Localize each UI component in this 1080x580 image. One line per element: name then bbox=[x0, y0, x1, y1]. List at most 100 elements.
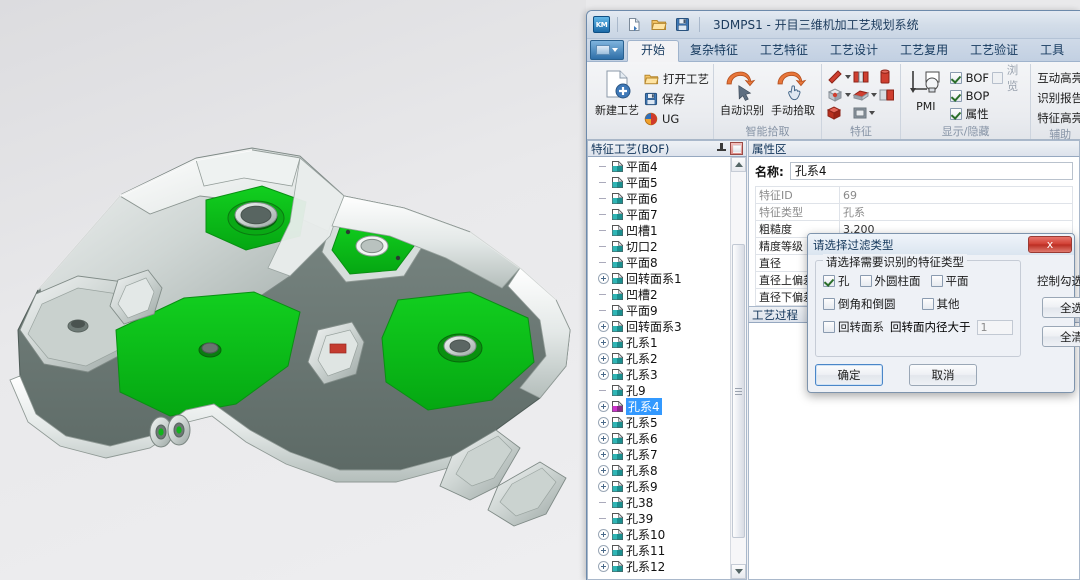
scroll-up-button[interactable] bbox=[731, 157, 746, 172]
ok-button[interactable]: 确定 bbox=[815, 364, 883, 386]
3d-model-viewport[interactable] bbox=[0, 0, 586, 580]
expand-icon[interactable] bbox=[598, 353, 609, 364]
tab-process-verify[interactable]: 工艺验证 bbox=[959, 40, 1029, 61]
interactive-highlight-button[interactable]: 互动高亮 bbox=[1035, 68, 1080, 88]
tree-item[interactable]: 孔38 bbox=[588, 494, 730, 510]
clear-all-button[interactable]: 全清 bbox=[1042, 326, 1080, 347]
save-icon[interactable] bbox=[673, 15, 692, 34]
cube-feature-button[interactable] bbox=[826, 87, 851, 103]
expand-icon[interactable] bbox=[598, 337, 609, 348]
tab-process-design[interactable]: 工艺设计 bbox=[819, 40, 889, 61]
scroll-track[interactable] bbox=[731, 172, 746, 564]
property-value[interactable]: 孔系 bbox=[840, 204, 1073, 221]
tree-item[interactable]: 平面9 bbox=[588, 302, 730, 318]
cylinder-feature-button[interactable] bbox=[878, 69, 896, 85]
tree-item[interactable]: 孔系9 bbox=[588, 478, 730, 494]
tree-item[interactable]: 孔系4 bbox=[588, 398, 730, 414]
tree-item[interactable]: 孔系5 bbox=[588, 414, 730, 430]
tab-start[interactable]: 开始 bbox=[627, 40, 679, 62]
expand-icon[interactable] bbox=[598, 529, 609, 540]
expand-icon[interactable] bbox=[598, 273, 609, 284]
chevron-down-icon[interactable] bbox=[845, 75, 851, 79]
tree-item[interactable]: 凹槽2 bbox=[588, 286, 730, 302]
pocket-feature-button[interactable] bbox=[878, 87, 896, 103]
tree-item[interactable]: 孔39 bbox=[588, 510, 730, 526]
tab-complex-feature[interactable]: 复杂特征 bbox=[679, 40, 749, 61]
expand-icon[interactable] bbox=[598, 417, 609, 428]
tree-item[interactable]: 孔系11 bbox=[588, 542, 730, 558]
pmi-button[interactable]: PMI bbox=[905, 67, 947, 113]
tree-item[interactable]: 孔系1 bbox=[588, 334, 730, 350]
auto-recognize-button[interactable]: 自动识别 bbox=[718, 67, 766, 118]
ug-button[interactable]: UG bbox=[644, 109, 709, 128]
property-row[interactable]: 特征类型孔系 bbox=[756, 204, 1073, 221]
expand-icon[interactable] bbox=[598, 449, 609, 460]
tree-item[interactable]: 孔系6 bbox=[588, 430, 730, 446]
face-feature-button[interactable] bbox=[852, 105, 877, 121]
open-folder-icon[interactable] bbox=[649, 15, 668, 34]
expand-icon[interactable] bbox=[598, 561, 609, 572]
attribute-checkbox[interactable]: 属性 bbox=[950, 105, 990, 123]
revolution-surface-checkbox[interactable]: 回转面系 bbox=[823, 319, 884, 335]
pin-icon[interactable] bbox=[716, 143, 727, 155]
chevron-down-icon[interactable] bbox=[869, 111, 875, 115]
expand-icon[interactable] bbox=[598, 465, 609, 476]
diameter-input[interactable]: 1 bbox=[977, 320, 1013, 335]
expand-icon[interactable] bbox=[598, 545, 609, 556]
chamfer-fillet-checkbox[interactable]: 倒角和倒圆 bbox=[823, 296, 896, 312]
open-process-button[interactable]: 打开工艺 bbox=[644, 69, 709, 88]
cancel-button[interactable]: 取消 bbox=[909, 364, 977, 386]
tree-item[interactable]: 平面6 bbox=[588, 190, 730, 206]
tree-item[interactable]: 凹槽1 bbox=[588, 222, 730, 238]
tab-tools[interactable]: 工具 bbox=[1029, 40, 1075, 61]
tree-item[interactable]: 平面7 bbox=[588, 206, 730, 222]
manual-pick-button[interactable]: 手动拾取 bbox=[769, 67, 817, 118]
chamfer-feature-button[interactable] bbox=[826, 69, 851, 85]
recognition-report-button[interactable]: 识别报告 bbox=[1035, 88, 1080, 108]
bop-checkbox[interactable]: BOP bbox=[950, 87, 990, 105]
tree-item[interactable]: 平面4 bbox=[588, 158, 730, 174]
outer-cylinder-checkbox[interactable]: 外圆柱面 bbox=[860, 273, 921, 289]
expand-icon[interactable] bbox=[598, 321, 609, 332]
tab-process-reuse[interactable]: 工艺复用 bbox=[889, 40, 959, 61]
application-menu-button[interactable] bbox=[590, 40, 624, 60]
plane-checkbox[interactable]: 平面 bbox=[931, 273, 969, 289]
feature-tree-body[interactable]: 平面4平面5平面6平面7凹槽1切口2平面8回转面系1凹槽2平面9回转面系3孔系1… bbox=[587, 157, 747, 580]
block-feature-button[interactable] bbox=[826, 105, 851, 121]
expand-icon[interactable] bbox=[598, 401, 609, 412]
browse-checkbox[interactable]: 浏览 bbox=[992, 69, 1026, 87]
tree-item[interactable]: 回转面系3 bbox=[588, 318, 730, 334]
chevron-down-icon[interactable] bbox=[871, 93, 877, 97]
property-row[interactable]: 特征ID69 bbox=[756, 187, 1073, 204]
scroll-thumb[interactable] bbox=[732, 244, 745, 538]
select-all-button[interactable]: 全选 bbox=[1042, 297, 1080, 318]
step-feature-button[interactable] bbox=[852, 87, 877, 103]
property-name-input[interactable]: 孔系4 bbox=[790, 162, 1073, 180]
tree-item[interactable]: 回转面系1 bbox=[588, 270, 730, 286]
expand-icon[interactable] bbox=[598, 369, 609, 380]
tree-item[interactable]: 平面5 bbox=[588, 174, 730, 190]
close-icon[interactable] bbox=[730, 142, 743, 155]
hole-checkbox[interactable]: 孔 bbox=[823, 273, 850, 289]
tree-item[interactable]: 孔系12 bbox=[588, 558, 730, 574]
tree-item[interactable]: 孔系7 bbox=[588, 446, 730, 462]
tree-item[interactable]: 孔系3 bbox=[588, 366, 730, 382]
tree-item[interactable]: 孔9 bbox=[588, 382, 730, 398]
slot-feature-button[interactable] bbox=[852, 69, 877, 85]
expand-icon[interactable] bbox=[598, 433, 609, 444]
chevron-down-icon[interactable] bbox=[845, 93, 851, 97]
new-document-icon[interactable] bbox=[625, 15, 644, 34]
tab-process-feature[interactable]: 工艺特征 bbox=[749, 40, 819, 61]
tree-item[interactable]: 孔系10 bbox=[588, 526, 730, 542]
tree-item[interactable]: 孔系2 bbox=[588, 350, 730, 366]
tree-item[interactable]: 孔系8 bbox=[588, 462, 730, 478]
scroll-down-button[interactable] bbox=[731, 564, 746, 579]
feature-highlight-button[interactable]: 特征高亮 bbox=[1035, 108, 1080, 128]
save-button[interactable]: 保存 bbox=[644, 89, 709, 108]
property-value[interactable]: 69 bbox=[840, 187, 1073, 204]
tree-vertical-scrollbar[interactable] bbox=[730, 157, 746, 579]
other-checkbox[interactable]: 其他 bbox=[922, 296, 960, 312]
new-process-button[interactable]: 新建工艺 bbox=[593, 67, 641, 118]
dialog-close-button[interactable]: x bbox=[1028, 236, 1072, 253]
tree-item[interactable]: 切口2 bbox=[588, 238, 730, 254]
